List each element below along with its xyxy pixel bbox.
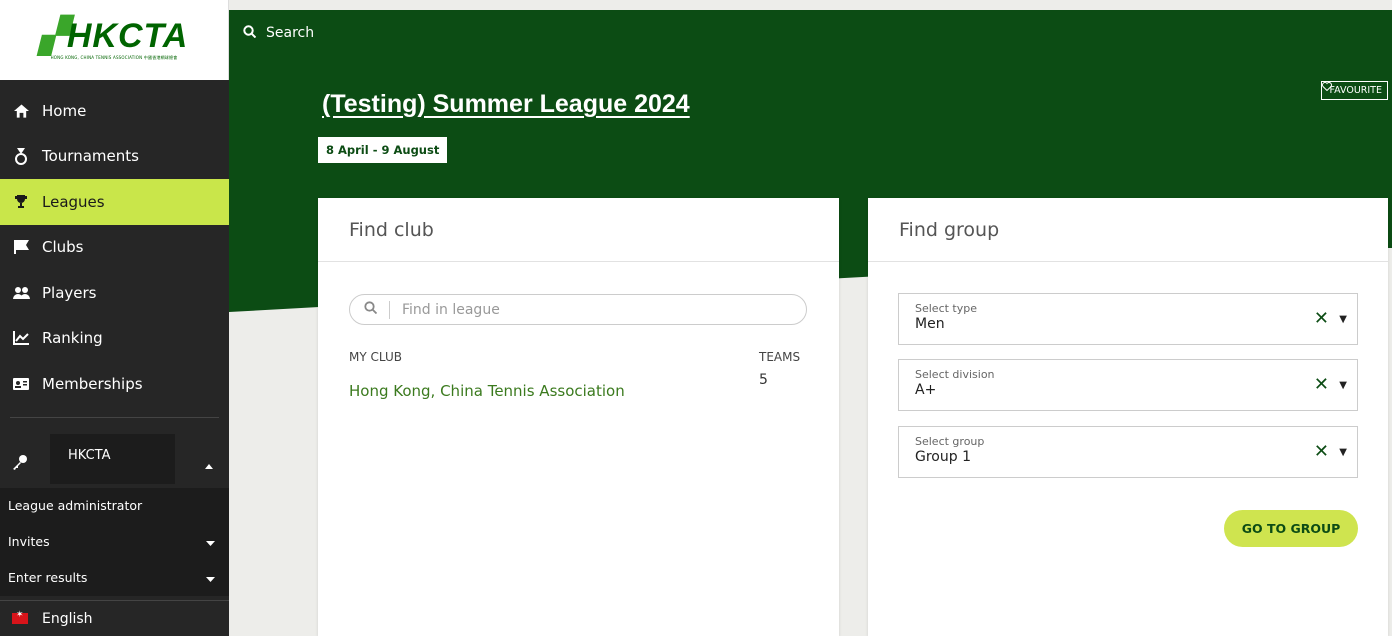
admin-org-label: HKCTA: [50, 433, 175, 484]
league-administrator-item[interactable]: League administrator: [0, 488, 229, 524]
select-value: Group 1: [915, 449, 971, 465]
nav-item-players[interactable]: Players: [0, 270, 229, 316]
clear-icon[interactable]: ✕: [1314, 441, 1329, 462]
key-icon: [12, 454, 28, 474]
language-selector[interactable]: English: [0, 600, 229, 636]
nav-label: Ranking: [42, 329, 103, 348]
sub-item-label: League administrator: [8, 498, 143, 513]
hk-flag-icon: [12, 610, 28, 624]
select-label: Select group: [915, 435, 985, 448]
team-count: 5: [759, 372, 768, 388]
nav-item-home[interactable]: Home: [0, 88, 229, 134]
logo-subtitle: HONG KONG, CHINA TENNIS ASSOCIATION 中國香港…: [50, 55, 178, 60]
find-group-title: Find group: [868, 198, 1388, 262]
nav-item-tournaments[interactable]: Tournaments: [0, 134, 229, 180]
nav-label: Clubs: [42, 238, 84, 257]
sub-item-label: Invites: [8, 534, 50, 549]
chevron-down-icon[interactable]: ▼: [1339, 447, 1347, 458]
flag-icon: [12, 238, 30, 256]
nav-label: Tournaments: [42, 147, 139, 166]
teams-header: TEAMS: [759, 350, 801, 364]
select-value: Men: [915, 316, 945, 332]
nav-label: Home: [42, 101, 87, 120]
sub-item-label: Enter results: [8, 570, 88, 585]
enter-results-item[interactable]: Enter results: [0, 560, 229, 596]
select-label: Select type: [915, 302, 978, 315]
go-to-group-button[interactable]: GO TO GROUP: [1224, 510, 1358, 547]
admin-submenu: League administrator Invites Enter resul…: [0, 487, 229, 596]
select-type[interactable]: Select type Men ✕ ▼: [898, 293, 1358, 345]
main-nav: Home Tournaments Leagues Clubs Players R…: [0, 80, 229, 407]
my-club-header: MY CLUB: [349, 350, 402, 364]
language-label: English: [42, 610, 93, 627]
medal-icon: [12, 147, 30, 165]
chevron-down-icon[interactable]: ▼: [1339, 380, 1347, 391]
clear-icon[interactable]: ✕: [1314, 374, 1329, 395]
club-link[interactable]: Hong Kong, China Tennis Association: [349, 382, 625, 400]
chevron-up-icon: [205, 454, 213, 473]
select-value: A+: [915, 382, 937, 398]
search-label: Search: [266, 25, 315, 41]
search-separator: [389, 300, 390, 319]
find-group-card: Find group Select type Men ✕ ▼ Select di…: [868, 198, 1388, 636]
find-club-card: Find club Find in league MY CLUB TEAMS H…: [318, 198, 839, 636]
search-placeholder: Find in league: [402, 301, 500, 318]
id-card-icon: [12, 375, 30, 393]
find-club-title: Find club: [318, 198, 839, 262]
nav-item-leagues[interactable]: Leagues: [0, 179, 229, 225]
home-icon: [12, 102, 30, 120]
select-division[interactable]: Select division A+ ✕ ▼: [898, 359, 1358, 411]
favourite-button[interactable]: FAVOURITE: [1320, 81, 1388, 100]
trophy-icon: [12, 193, 30, 211]
users-icon: [12, 284, 30, 302]
select-label: Select division: [915, 368, 995, 381]
nav-label: Players: [42, 283, 97, 302]
sidebar: ▞HKCTA HONG KONG, CHINA TENNIS ASSOCIATI…: [0, 0, 229, 636]
date-badge: 8 April - 9 August: [318, 137, 448, 163]
top-search-bar[interactable]: Search: [229, 10, 1392, 56]
league-title[interactable]: (Testing) Summer League 2024: [322, 90, 690, 119]
nav-label: Memberships: [42, 374, 143, 393]
clear-icon[interactable]: ✕: [1314, 308, 1329, 329]
chevron-down-icon[interactable]: ▼: [1339, 314, 1347, 325]
chevron-down-icon: [206, 534, 215, 549]
select-group[interactable]: Select group Group 1 ✕ ▼: [898, 426, 1358, 478]
search-icon: [364, 301, 378, 318]
admin-toggle[interactable]: HKCTA: [0, 418, 229, 488]
nav-label: Leagues: [42, 192, 105, 211]
club-search-input[interactable]: Find in league: [349, 294, 807, 325]
nav-item-memberships[interactable]: Memberships: [0, 361, 229, 407]
main-content: Search (Testing) Summer League 2024 8 Ap…: [229, 0, 1392, 636]
chart-icon: [12, 329, 30, 347]
nav-item-ranking[interactable]: Ranking: [0, 316, 229, 362]
search-icon: [243, 24, 257, 42]
nav-item-clubs[interactable]: Clubs: [0, 225, 229, 271]
invites-item[interactable]: Invites: [0, 524, 229, 560]
logo[interactable]: ▞HKCTA HONG KONG, CHINA TENNIS ASSOCIATI…: [0, 0, 229, 80]
logo-text: ▞HKCTA: [39, 17, 189, 55]
chevron-down-icon: [206, 570, 215, 585]
favourite-label: FAVOURITE: [1329, 85, 1382, 96]
